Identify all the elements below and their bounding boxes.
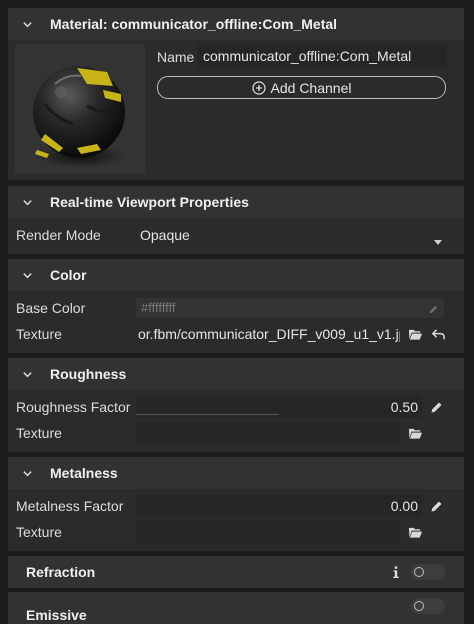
material-name-value: communicator_offline:Com_Metal [203,48,412,64]
metalness-factor-label: Metalness Factor [16,498,124,514]
add-channel-button[interactable]: Add Channel [157,76,446,99]
edit-pencil-icon[interactable] [427,398,445,416]
folder-open-icon[interactable] [406,325,424,343]
emissive-toggle[interactable] [411,598,445,614]
base-color-label: Base Color [16,300,86,316]
roughness-factor-value: 0.50 [390,399,418,415]
color-section-header[interactable]: Color [8,259,464,291]
material-title: Material: communicator_offline:Com_Metal [50,16,338,32]
metalness-texture-field[interactable] [136,521,400,543]
edit-pencil-icon[interactable] [428,302,439,318]
folder-open-icon[interactable] [406,523,424,541]
metalness-factor-slider[interactable]: 0.00 [136,495,422,517]
dropdown-caret-icon [434,232,442,248]
chevron-down-icon[interactable] [22,369,44,380]
roughness-slider-fill [136,414,279,415]
viewport-title: Real-time Viewport Properties [50,194,249,210]
metalness-texture-label: Texture [16,524,62,540]
roughness-texture-field[interactable] [136,422,400,444]
roughness-texture-label: Texture [16,425,62,441]
chevron-down-icon[interactable] [22,270,44,281]
add-channel-label: Add Channel [270,79,352,96]
folder-open-icon[interactable] [406,424,424,442]
render-mode-dropdown[interactable]: Opaque [136,223,448,247]
info-icon[interactable] [389,564,403,580]
toggle-knob [414,567,424,577]
render-mode-value: Opaque [140,227,190,243]
emissive-section-header[interactable]: Emissive [8,592,464,624]
viewport-section-header[interactable]: Real-time Viewport Properties [8,186,464,218]
material-name-field[interactable]: communicator_offline:Com_Metal [197,45,447,67]
base-color-value: #ffffffff [141,300,176,315]
chevron-down-icon[interactable] [22,468,44,479]
render-mode-label: Render Mode [16,227,101,243]
chevron-down-icon[interactable] [22,197,44,208]
metalness-factor-value: 0.00 [390,498,418,514]
name-label: Name [157,49,195,65]
metalness-title: Metalness [50,465,118,481]
roughness-factor-label: Roughness Factor [16,399,131,415]
color-texture-label: Texture [16,326,62,342]
material-preview-thumbnail[interactable] [15,44,145,174]
color-texture-path[interactable]: or.fbm/communicator_DIFF_v009_u1_v1.jpg [138,326,400,342]
refraction-title: Refraction [26,564,96,580]
roughness-factor-slider[interactable]: 0.50 [136,396,422,418]
toggle-knob [414,601,424,611]
chevron-down-icon[interactable] [22,19,44,30]
sphere-preview-image [33,66,125,168]
emissive-title: Emissive [26,607,87,623]
roughness-section-header[interactable]: Roughness [8,358,464,390]
material-section-header[interactable]: Material: communicator_offline:Com_Metal [8,8,464,40]
roughness-title: Roughness [50,366,127,382]
plus-circle-icon [251,80,266,95]
metalness-section-header[interactable]: Metalness [8,457,464,489]
color-title: Color [50,267,87,283]
base-color-field[interactable]: #ffffffff [136,298,444,318]
refraction-toggle[interactable] [411,564,445,580]
reset-arrow-icon[interactable] [429,325,447,343]
edit-pencil-icon[interactable] [427,497,445,515]
